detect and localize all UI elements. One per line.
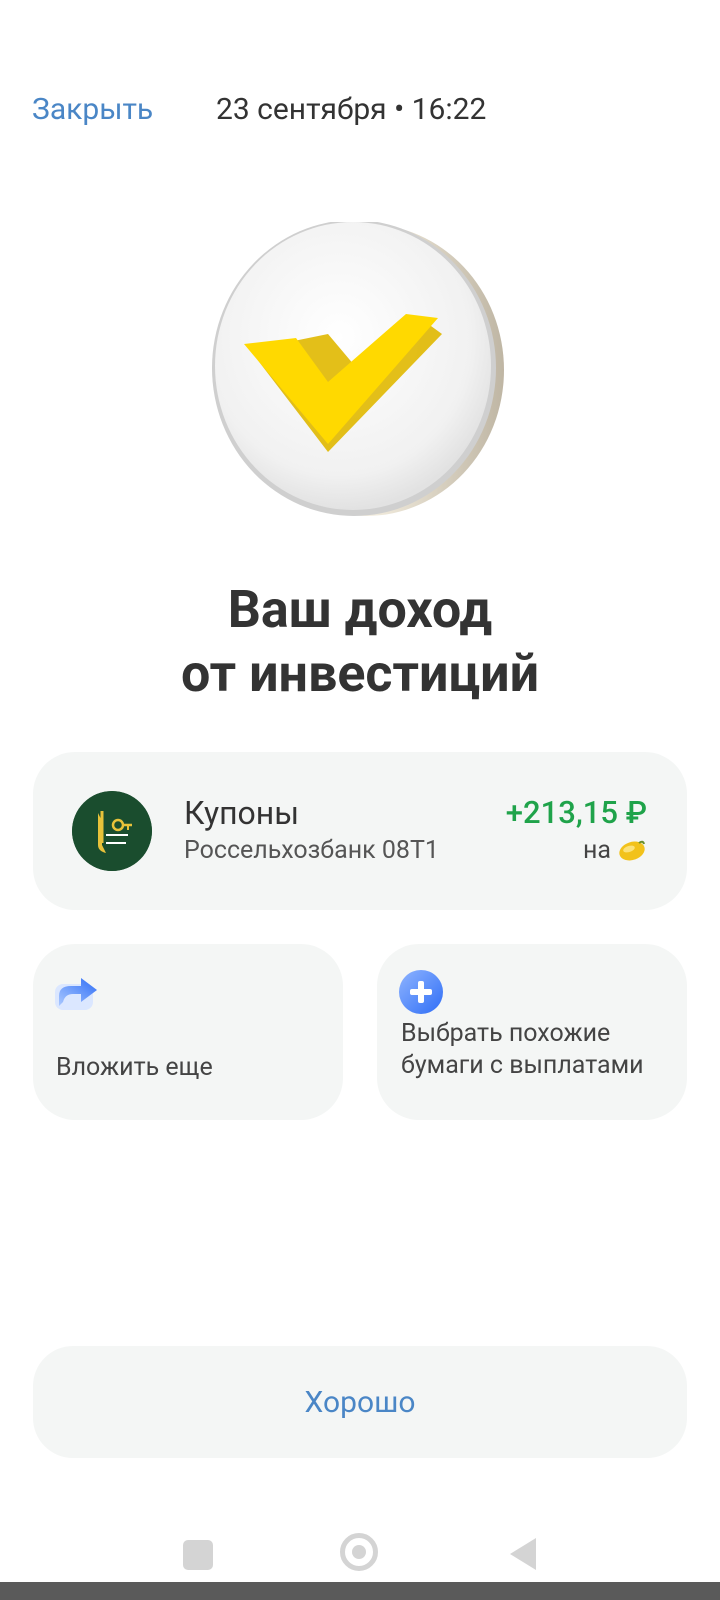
datetime-label: 23 сентября • 16:22 <box>216 92 487 127</box>
security-name: Россельхозбанк 08Т1 <box>184 836 439 865</box>
invest-more-button[interactable]: Вложить еще <box>33 944 343 1120</box>
page-title: Ваш доход от инвестиций <box>0 578 720 706</box>
checkmark-coin-icon <box>210 220 510 522</box>
ok-button[interactable]: Хорошо <box>33 1346 687 1458</box>
home-dot-icon <box>352 1545 366 1559</box>
header: Закрыть 23 сентября • 16:22 <box>0 88 720 136</box>
recent-apps-button[interactable] <box>183 1540 213 1570</box>
ok-button-label: Хорошо <box>304 1384 416 1420</box>
share-arrow-icon <box>55 970 99 1014</box>
bottom-strip <box>0 1582 720 1600</box>
income-note-text: на <box>582 836 611 865</box>
home-button[interactable] <box>340 1533 378 1571</box>
rshb-logo-icon <box>72 791 152 871</box>
title-line-2: от инвестиций <box>180 643 540 704</box>
income-card[interactable]: Купоны Россельхозбанк 08Т1 +213,15 ₽ на <box>33 752 687 910</box>
find-similar-bonds-button[interactable]: Выбрать похожие бумаги с выплатами <box>377 944 687 1120</box>
plus-circle-icon <box>399 970 443 1014</box>
invest-more-label: Вложить еще <box>56 1053 213 1082</box>
back-button[interactable] <box>508 1536 538 1572</box>
system-nav-bar <box>0 1526 720 1580</box>
title-line-1: Ваш доход <box>227 579 493 640</box>
close-button[interactable]: Закрыть <box>32 92 153 127</box>
income-label: Купоны <box>184 794 300 832</box>
income-amount: +213,15 ₽ <box>505 794 647 831</box>
income-note: на <box>583 836 647 865</box>
lemon-icon <box>617 838 647 862</box>
find-similar-bonds-label: Выбрать похожие бумаги с выплатами <box>401 1019 644 1080</box>
